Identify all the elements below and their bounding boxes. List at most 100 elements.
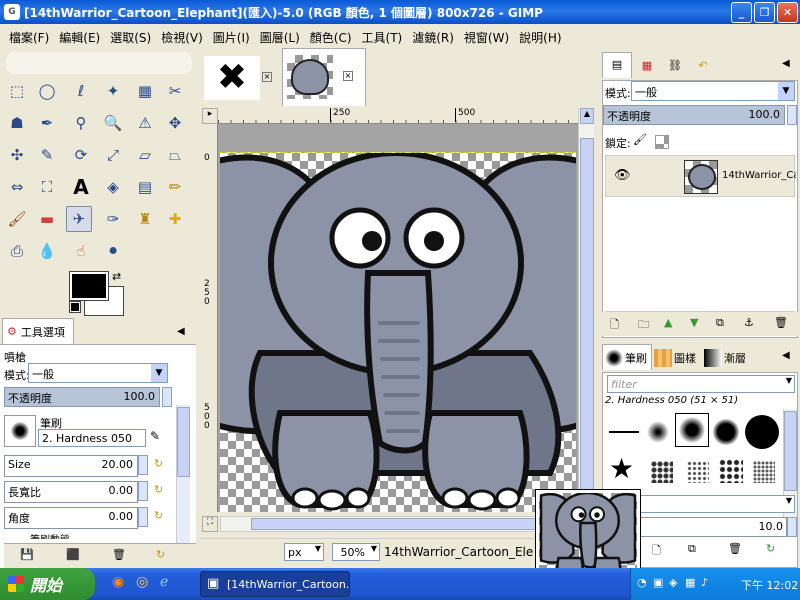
edit-brush-icon[interactable]: ✎ (150, 429, 160, 443)
image-tab-2[interactable]: × (282, 48, 366, 106)
canvas-viewport[interactable] (218, 124, 578, 512)
layers-opacity-spinner[interactable] (787, 105, 797, 125)
tab-layers[interactable]: ▤ (602, 52, 632, 78)
tray-icon-1[interactable]: ◔ (637, 576, 647, 589)
brush-item[interactable] (713, 419, 739, 445)
opacity-spinner[interactable] (162, 387, 172, 407)
tab-brushes[interactable]: 筆刷 (602, 344, 652, 370)
perspective-clone-icon[interactable]: ⎙ (4, 238, 30, 264)
delete-layer-icon[interactable]: 🗑 (774, 316, 788, 329)
eraser-icon[interactable]: ▬ (34, 206, 60, 232)
taskbar-gimp-item[interactable]: ▣ [14thWarrior_Cartoon... (200, 571, 350, 597)
unit-select[interactable]: px ▼ (284, 543, 324, 561)
quick-mask-menu-icon[interactable]: ▸ (202, 108, 218, 124)
brush-item[interactable] (753, 461, 775, 483)
rect-select-icon[interactable]: ⬚ (4, 78, 30, 104)
menu-item-7[interactable]: 工具(T) (357, 29, 408, 46)
refresh-brushes-icon[interactable]: ↻ (766, 542, 775, 555)
tab-patterns[interactable]: 圖樣 (654, 346, 702, 370)
firefox-icon[interactable]: ◉ (112, 574, 124, 590)
scroll-thumb-vertical[interactable] (580, 138, 594, 498)
fuzzy-select-icon[interactable]: ✦ (100, 78, 126, 104)
brush-item[interactable] (745, 415, 779, 449)
new-layer-icon[interactable]: 🗋 (610, 316, 619, 335)
zoom-select[interactable]: 50% ▼ (332, 543, 380, 561)
delete-options-icon[interactable]: 🗑 (112, 548, 126, 561)
shear-icon[interactable]: ▱ (132, 142, 158, 168)
menu-item-1[interactable]: 編輯(E) (54, 29, 105, 46)
spacing-spinner[interactable] (787, 517, 797, 537)
tray-icon-3[interactable]: ◈ (669, 576, 677, 589)
lower-layer-icon[interactable]: ▼ (690, 316, 698, 329)
reset-options-icon[interactable]: ↻ (156, 548, 165, 561)
brush-preview[interactable] (4, 415, 36, 447)
menu-item-0[interactable]: 檔案(F) (4, 29, 54, 46)
select-by-color-icon[interactable]: ▦ (132, 78, 158, 104)
menu-item-2[interactable]: 選取(S) (105, 29, 156, 46)
paintbrush-icon[interactable]: 🖌 (4, 206, 30, 232)
text-tool-icon[interactable]: A (68, 174, 94, 200)
mode-select[interactable]: 一般 ▼ (28, 363, 168, 383)
blur-icon[interactable]: 💧 (34, 238, 60, 264)
cage-transform-icon[interactable]: ⛶ (34, 174, 60, 200)
menu-item-9[interactable]: 視窗(W) (459, 29, 514, 46)
dock-menu-arrow-icon[interactable]: ◀ (782, 58, 790, 69)
blend-icon[interactable]: ▤ (132, 174, 158, 200)
close-tab-icon[interactable]: × (343, 71, 353, 81)
zoom-icon[interactable]: 🔍 (100, 110, 126, 136)
tab-tool-options[interactable]: ⚙ 工具選項 (2, 318, 74, 344)
canvas-vertical-scrollbar[interactable]: ▲ (578, 108, 594, 512)
rotate-icon[interactable]: ⟳ (68, 142, 94, 168)
opacity-slider[interactable]: 不透明度 100.0 (4, 387, 160, 407)
delete-brush-icon[interactable]: 🗑 (728, 542, 742, 555)
menu-item-4[interactable]: 圖片(I) (208, 29, 255, 46)
volume-icon[interactable]: ♪ (701, 576, 708, 589)
paths-icon[interactable]: ✒ (34, 110, 60, 136)
navigate-icon[interactable]: ⛶ (202, 516, 218, 532)
reset-angle-icon[interactable]: ↻ (154, 509, 163, 522)
minimize-button[interactable]: _ (731, 2, 752, 23)
layers-opacity-slider[interactable]: 不透明度 100.0 (603, 105, 785, 125)
reset-aspect-icon[interactable]: ↻ (154, 483, 163, 496)
brush-item-selected[interactable] (675, 413, 709, 447)
visibility-eye-icon[interactable]: 👁 (614, 168, 631, 183)
size-spinner[interactable] (138, 455, 148, 475)
menu-item-6[interactable]: 顏色(C) (305, 29, 357, 46)
star-brush-icon[interactable]: ★ (609, 455, 634, 483)
free-select-icon[interactable]: ℓ (68, 78, 94, 104)
brush-item[interactable] (719, 459, 743, 483)
smudge-icon[interactable]: ☝ (68, 238, 94, 264)
crop-icon[interactable]: ✎ (34, 142, 60, 168)
swap-colors-icon[interactable]: ⇄ (112, 270, 121, 283)
start-button[interactable]: 開始 (0, 568, 95, 600)
reset-size-icon[interactable]: ↻ (154, 457, 163, 470)
aspect-slider[interactable]: 長寬比 0.00 (4, 481, 138, 503)
brush-item[interactable] (609, 431, 639, 433)
duplicate-layer-icon[interactable]: ⧉ (716, 316, 724, 330)
lock-alpha-icon[interactable] (655, 135, 669, 149)
perspective-icon[interactable]: ⏢ (162, 142, 188, 168)
tab-channels[interactable]: ▦ (634, 54, 660, 78)
dock-menu-arrow-icon[interactable]: ◀ (782, 350, 790, 361)
elephant-image[interactable] (220, 152, 576, 512)
scroll-thumb-horizontal[interactable] (251, 518, 551, 530)
new-brush-icon[interactable]: 🗋 (652, 542, 661, 561)
close-button[interactable]: ✕ (777, 2, 798, 23)
dodge-burn-icon[interactable]: ⚫ (100, 238, 126, 264)
tab-paths[interactable]: ⛓ (662, 54, 688, 78)
menu-item-10[interactable]: 說明(H) (514, 29, 566, 46)
ellipse-select-icon[interactable]: ◯ (34, 78, 60, 104)
scissors-icon[interactable]: ✂ (162, 78, 188, 104)
brush-item[interactable] (651, 461, 673, 483)
size-slider[interactable]: Size 20.00 (4, 455, 138, 477)
tray-icon-4[interactable]: ▦ (685, 576, 695, 589)
heal-icon[interactable]: ✚ (162, 206, 188, 232)
ink-icon[interactable]: ✑ (100, 206, 126, 232)
scale-icon[interactable]: ⤢ (100, 142, 126, 168)
align-icon[interactable]: ✣ (4, 142, 30, 168)
flip-icon[interactable]: ⇔ (4, 174, 30, 200)
foreground-color-swatch[interactable] (69, 271, 109, 301)
tab-gradients[interactable]: 漸層 (704, 346, 754, 370)
duplicate-brush-icon[interactable]: ⧉ (688, 542, 696, 556)
lock-pixels-icon[interactable]: 🖌 (633, 133, 647, 146)
